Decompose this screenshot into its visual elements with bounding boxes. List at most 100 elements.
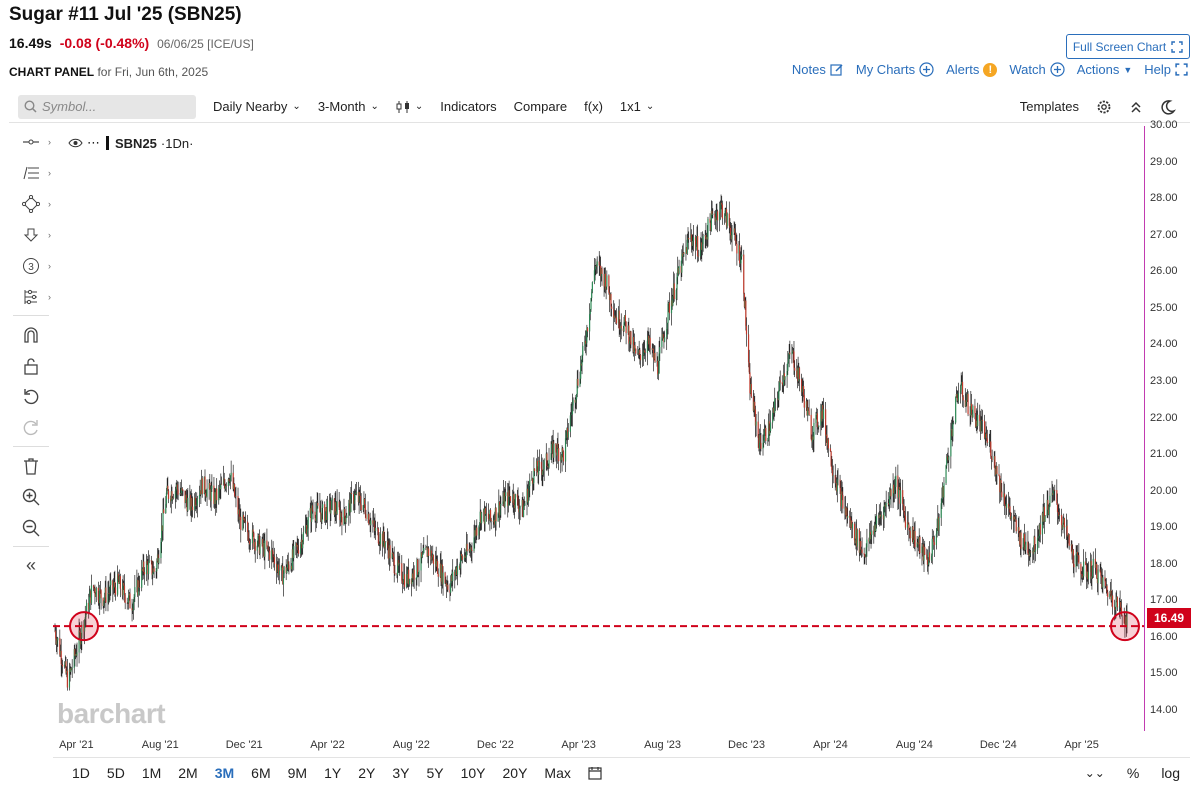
- range-button-2m[interactable]: 2M: [178, 765, 197, 781]
- indicators-button[interactable]: Indicators: [440, 99, 496, 114]
- chart-type-dropdown[interactable]: ⌄: [396, 100, 423, 114]
- ohlc-bar: [432, 554, 435, 575]
- range-button-2y[interactable]: 2Y: [358, 765, 375, 781]
- y-tick-label: 26.00: [1150, 265, 1178, 278]
- number-circle-icon: 3: [23, 257, 39, 274]
- magnet-button[interactable]: [9, 319, 53, 350]
- eye-icon[interactable]: [68, 138, 83, 148]
- legend-symbol: SBN25: [115, 135, 157, 151]
- notes-label: Notes: [791, 62, 826, 77]
- watch-link[interactable]: Watch: [1009, 62, 1065, 77]
- shape-tool-button[interactable]: ›: [9, 188, 53, 219]
- zoom-out-icon: [22, 519, 40, 536]
- pattern-tool-button[interactable]: ›: [9, 281, 53, 312]
- range-button-5y[interactable]: 5Y: [426, 765, 443, 781]
- redo-icon: [23, 419, 38, 435]
- line-tool-button[interactable]: ›: [9, 126, 53, 157]
- divider: [13, 546, 49, 547]
- ohlc-bar: [948, 455, 950, 472]
- ohlc-bar: [1083, 549, 1085, 580]
- notes-link[interactable]: Notes: [792, 62, 844, 77]
- collapse-sidebar-button[interactable]: «: [9, 550, 53, 581]
- y-tick-label: 16.00: [1150, 630, 1178, 643]
- range-button-9m[interactable]: 9M: [288, 765, 307, 781]
- alert-badge-icon: !: [983, 62, 998, 77]
- full-screen-chart-button[interactable]: Full Screen Chart: [1066, 34, 1190, 59]
- gear-icon[interactable]: [1096, 99, 1112, 115]
- ohlc-bar: [452, 559, 454, 592]
- ohlc-bar: [487, 503, 490, 525]
- x-tick-label: Apr '21: [59, 739, 94, 751]
- chevron-right-icon: ›: [48, 198, 51, 209]
- y-tick-label: 19.00: [1150, 521, 1178, 534]
- range-button-3m[interactable]: 3M: [215, 765, 234, 781]
- my-charts-link[interactable]: My Charts: [856, 62, 934, 77]
- range-button-1y[interactable]: 1Y: [324, 765, 341, 781]
- plus-circle-icon: [919, 62, 934, 77]
- ohlc-bar: [769, 410, 772, 433]
- price-chart[interactable]: [53, 126, 1144, 731]
- undo-icon: [24, 388, 39, 404]
- candlestick-icon: [396, 100, 409, 113]
- moon-icon[interactable]: [1160, 99, 1176, 115]
- range-button-6m[interactable]: 6M: [251, 765, 270, 781]
- symbol-search-input[interactable]: Symbol...: [18, 94, 196, 119]
- templates-button[interactable]: Templates: [1020, 99, 1079, 114]
- actions-label: Actions: [1076, 62, 1120, 77]
- range-button-10y[interactable]: 10Y: [461, 765, 486, 781]
- highlight-circle: [1110, 611, 1140, 642]
- range-bar: 1D 5D 1M 2M 3M 6M 9M 1Y 2Y 3Y 5Y 10Y 20Y Max ⌄⌄ % log: [53, 757, 1190, 787]
- lock-button[interactable]: [9, 350, 53, 381]
- range-button-5d[interactable]: 5D: [107, 765, 125, 781]
- y-tick-label: 18.00: [1150, 557, 1178, 570]
- actions-menu[interactable]: Actions ▼: [1077, 62, 1133, 77]
- double-chevron-down-icon[interactable]: ⌄⌄: [1085, 766, 1105, 780]
- x-tick-label: Apr '22: [310, 739, 345, 751]
- range-bar-right: ⌄⌄ % log: [1085, 765, 1180, 781]
- zoom-in-button[interactable]: [9, 481, 53, 512]
- calendar-icon[interactable]: [588, 766, 602, 780]
- fx-button[interactable]: f(x): [584, 99, 603, 114]
- redo-button[interactable]: [9, 412, 53, 443]
- ohlc-bar: [717, 209, 719, 233]
- highlight-circle: [69, 611, 99, 642]
- help-link[interactable]: Help: [1144, 62, 1188, 77]
- count-tool-button[interactable]: 3 ›: [9, 250, 53, 281]
- fib-tool-button[interactable]: ›: [9, 157, 53, 188]
- layout-dropdown[interactable]: 1x1 ⌄: [620, 99, 654, 114]
- ohlc-chart-svg: [53, 194, 1144, 691]
- delete-button[interactable]: [9, 450, 53, 481]
- y-tick-label: 29.00: [1150, 155, 1178, 168]
- period-dropdown[interactable]: Daily Nearby ⌄: [213, 99, 301, 114]
- log-toggle[interactable]: log: [1161, 765, 1180, 781]
- ohlc-bar: [765, 425, 767, 445]
- range-dropdown[interactable]: 3-Month ⌄: [318, 99, 379, 114]
- ohlc-bar: [827, 437, 829, 457]
- ohlc-bar: [562, 450, 565, 466]
- ohlc-bar: [119, 573, 121, 598]
- toolbar-right: Templates: [1020, 99, 1176, 115]
- ohlc-bar: [798, 366, 801, 392]
- more-dots-icon[interactable]: ⋯: [87, 135, 100, 151]
- ohlc-bar: [678, 259, 680, 275]
- percent-toggle[interactable]: %: [1127, 765, 1139, 781]
- ohlc-bar: [1116, 596, 1118, 611]
- range-button-1d[interactable]: 1D: [72, 765, 90, 781]
- compare-button[interactable]: Compare: [514, 99, 567, 114]
- chart-panel-label: CHART PANEL for Fri, Jun 6th, 2025: [9, 65, 208, 79]
- zoom-out-button[interactable]: [9, 512, 53, 543]
- expand-icon: [1175, 63, 1188, 76]
- current-price-label: 16.49: [1147, 608, 1191, 628]
- collapse-up-icon[interactable]: [1129, 100, 1143, 114]
- ohlc-bar: [100, 589, 102, 610]
- range-button-20y[interactable]: 20Y: [503, 765, 528, 781]
- ohlc-bar: [326, 496, 329, 530]
- range-button-1m[interactable]: 1M: [142, 765, 161, 781]
- ohlc-bar: [895, 466, 897, 499]
- arrow-tool-button[interactable]: ›: [9, 219, 53, 250]
- alerts-link[interactable]: Alerts !: [946, 62, 998, 77]
- ohlc-bar: [591, 281, 593, 294]
- range-button-3y[interactable]: 3Y: [392, 765, 409, 781]
- range-button-max[interactable]: Max: [544, 765, 570, 781]
- undo-button[interactable]: [9, 381, 53, 412]
